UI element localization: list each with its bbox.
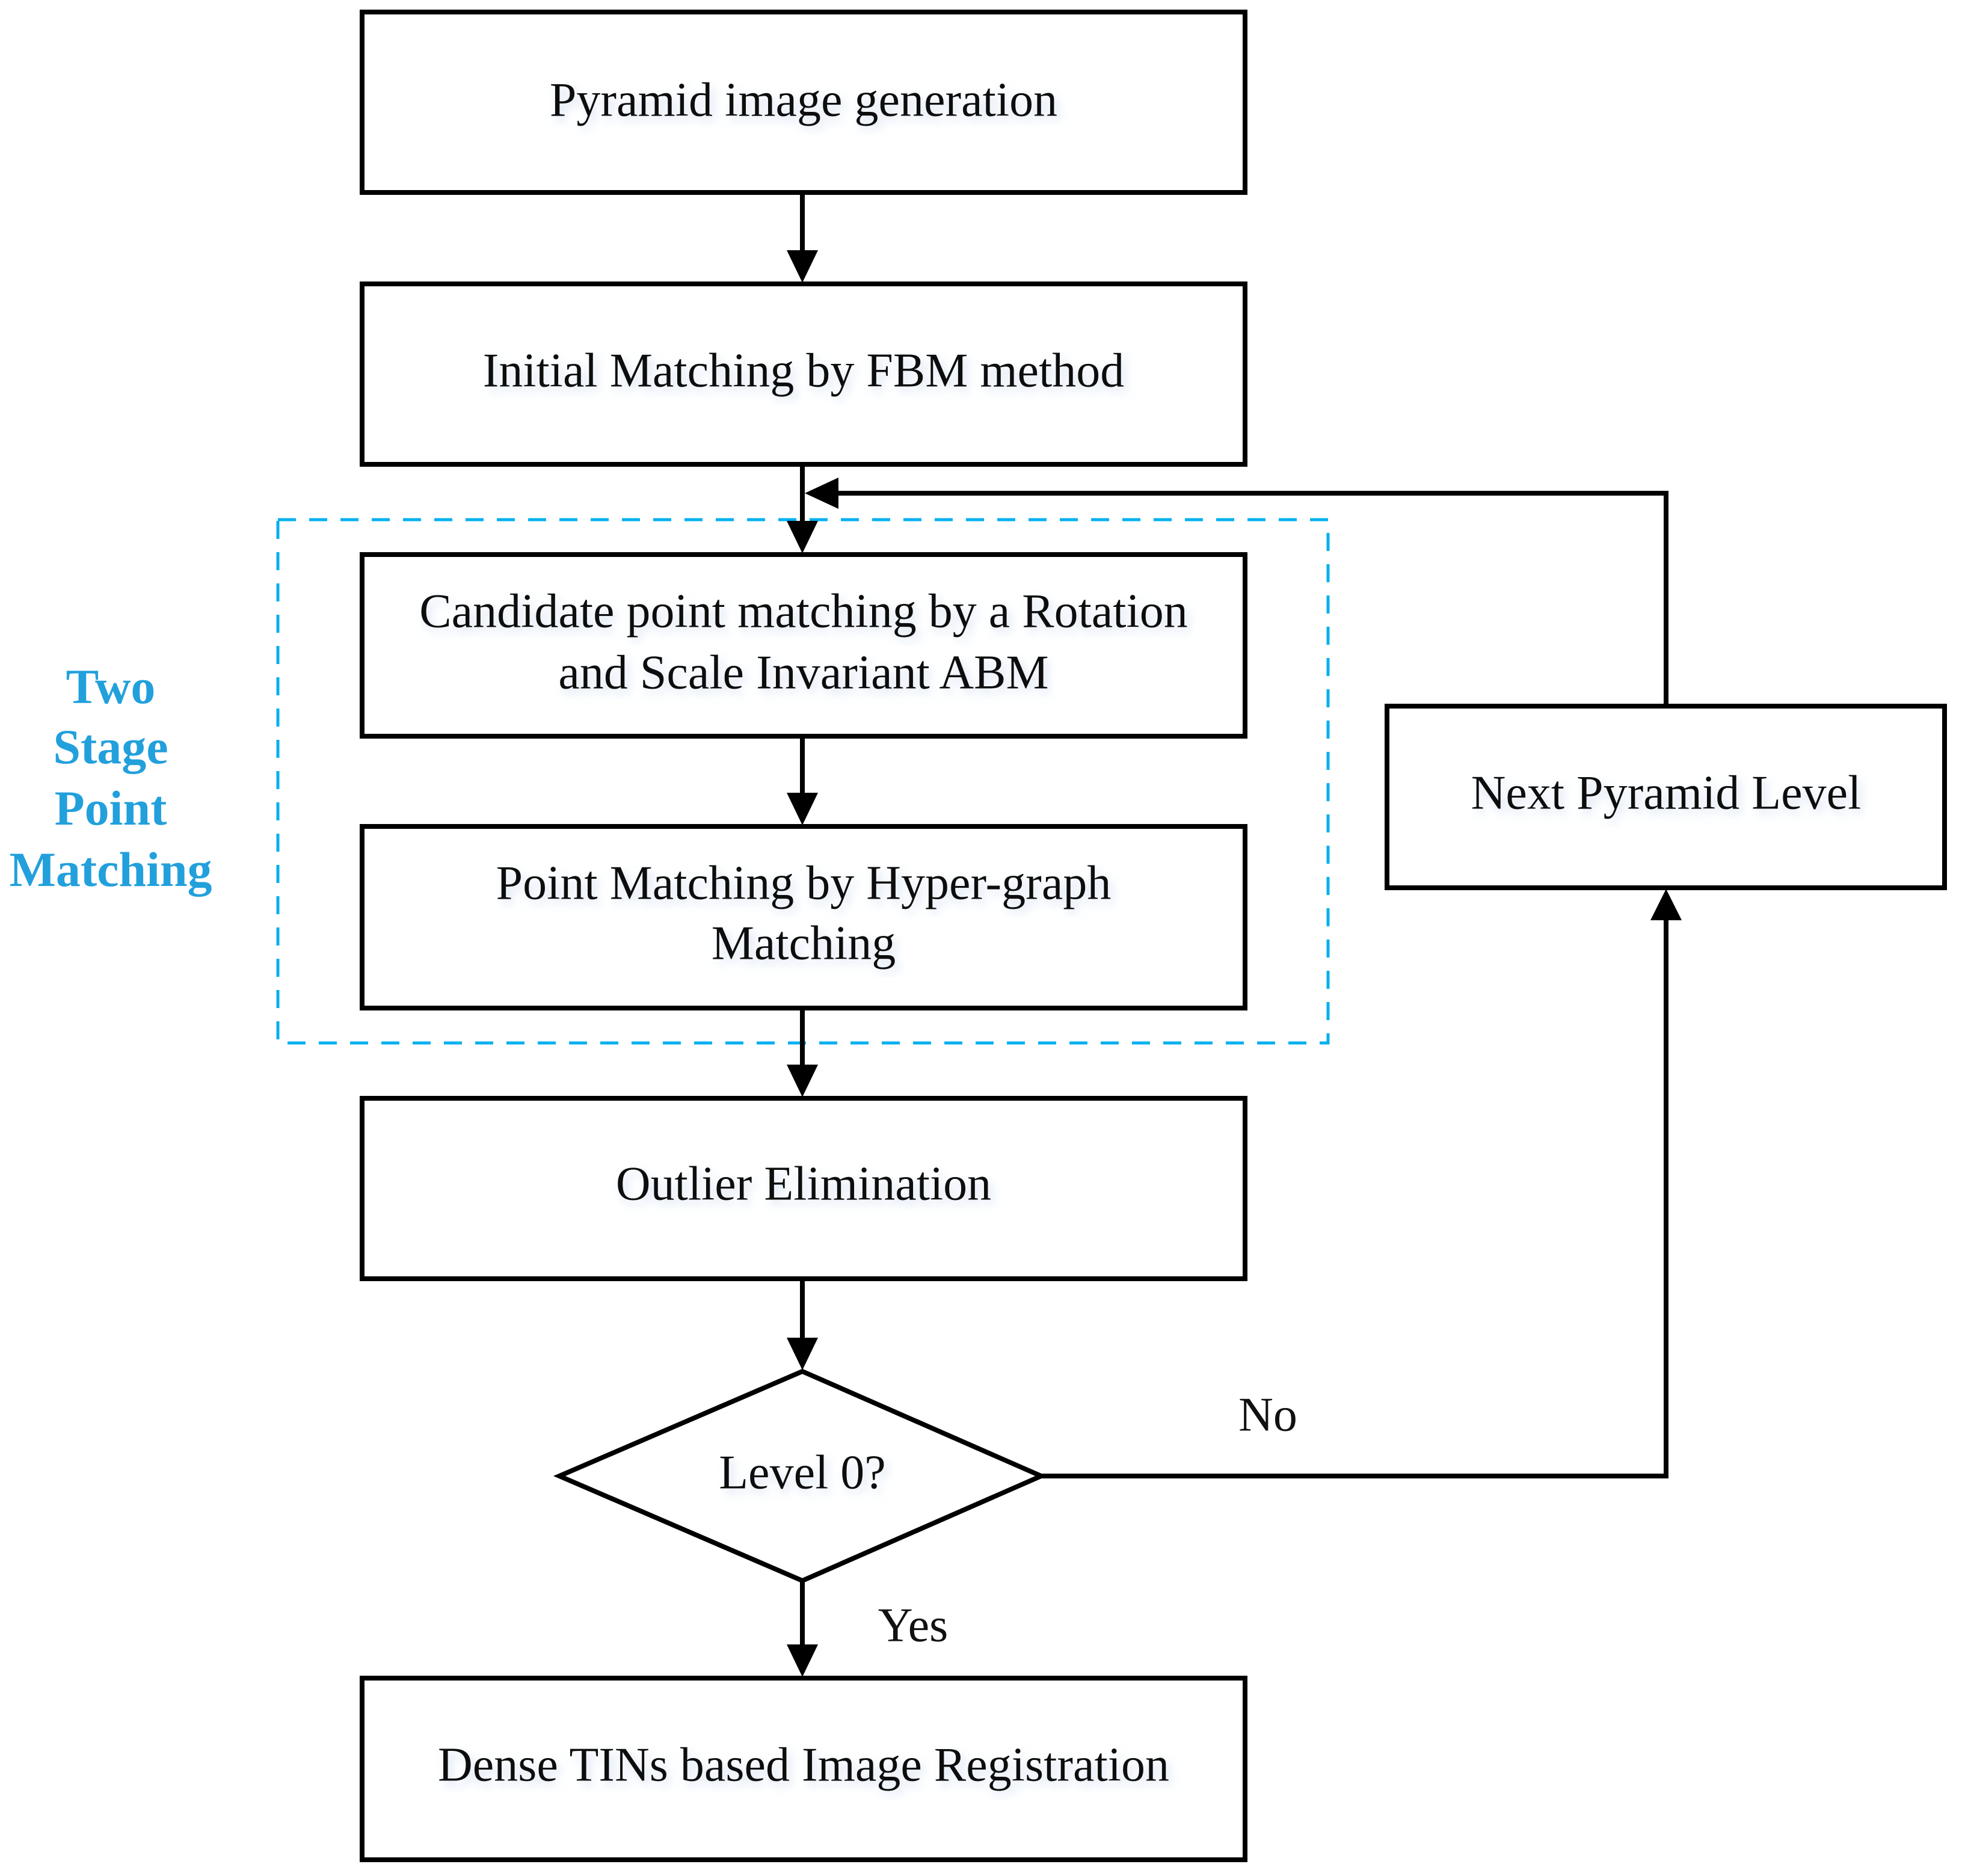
step-label: Outlier Elimination [616, 1157, 991, 1210]
arrowhead [787, 1644, 818, 1677]
step-dense-registration: Dense TINs based Image Registration [360, 1676, 1247, 1862]
step-next-pyramid-level: Next Pyramid Level [1385, 704, 1947, 890]
step-label: and Scale Invariant ABM [558, 646, 1048, 699]
group-label-line: Point [55, 781, 167, 835]
step-label: Matching [712, 917, 896, 970]
decision-label: Level 0? [719, 1446, 886, 1499]
step-label: Pyramid image generation [550, 73, 1057, 126]
group-label-line: Matching [9, 842, 212, 897]
flowchart: Two Stage Point Matching Pyramid image g… [9, 10, 1947, 1862]
edge-label-yes: Yes [878, 1599, 948, 1652]
arrowhead [805, 478, 838, 509]
step-candidate-matching: Candidate point matching by a Rotation a… [360, 552, 1247, 739]
decision-level-0: Level 0? [553, 1368, 1047, 1584]
step-hypergraph-matching: Point Matching by Hyper-graph Matching [360, 824, 1247, 1010]
step-label: Candidate point matching by a Rotation [419, 585, 1188, 638]
step-label: Next Pyramid Level [1471, 766, 1862, 819]
step-pyramid-generation: Pyramid image generation [360, 10, 1247, 195]
arrowhead [787, 521, 818, 553]
group-label-line: Stage [53, 719, 168, 774]
step-label: Dense TINs based Image Registration [438, 1738, 1169, 1791]
step-initial-matching: Initial Matching by FBM method [360, 281, 1247, 467]
arrowhead [787, 250, 818, 283]
arrowhead [787, 1065, 818, 1097]
group-label-line: Two [66, 659, 156, 714]
arrowhead [787, 793, 818, 825]
step-label: Initial Matching by FBM method [483, 344, 1125, 397]
step-outlier-elimination: Outlier Elimination [360, 1096, 1247, 1281]
arrowhead [1650, 889, 1682, 920]
two-stage-group-label: Two Stage Point Matching [9, 659, 212, 897]
edge-label-no: No [1238, 1388, 1297, 1441]
arrowhead [787, 1338, 818, 1370]
step-label: Point Matching by Hyper-graph [496, 857, 1112, 909]
